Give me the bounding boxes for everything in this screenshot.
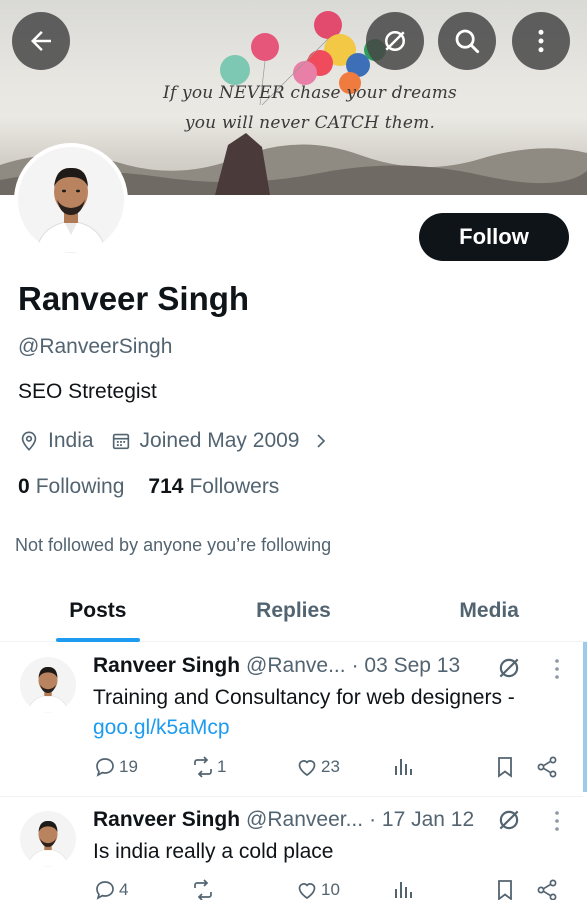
grok-button[interactable] — [366, 12, 424, 70]
repost-button[interactable]: 1 — [191, 755, 226, 779]
profile-tabs: Posts Replies Media — [0, 580, 587, 642]
like-button[interactable]: 23 — [295, 755, 340, 779]
profile-handle: @RanveerSingh — [18, 335, 173, 358]
post-text-content: Is india really a cold place — [93, 840, 334, 863]
back-arrow-icon — [31, 31, 51, 51]
following-stat[interactable]: 0 Following — [18, 475, 124, 499]
post-author-handle[interactable]: @Ranveer... — [246, 808, 363, 832]
following-count: 0 — [18, 475, 30, 498]
profile-stats: 0 Following 714 Followers — [18, 475, 303, 499]
like-count: 23 — [321, 757, 340, 776]
tab-media[interactable]: Media — [391, 580, 587, 641]
followers-count: 714 — [148, 475, 184, 498]
repost-count: 1 — [217, 757, 227, 776]
profile-name: Ranveer Singh — [18, 280, 250, 317]
location-text: India — [48, 429, 94, 452]
post-actions: 4 10 — [93, 878, 563, 900]
chevron-right-icon — [316, 434, 325, 448]
share-icon — [537, 756, 557, 778]
post-header: Ranveer Singh @Ranveer... · 17 Jan 12 — [93, 808, 474, 832]
share-button[interactable] — [535, 755, 561, 779]
reply-count: 19 — [119, 757, 138, 776]
search-button[interactable] — [438, 12, 496, 70]
post-avatar[interactable] — [20, 811, 76, 867]
bookmark-button[interactable] — [493, 755, 519, 779]
grok-icon[interactable] — [496, 655, 522, 681]
post-author-name[interactable]: Ranveer Singh — [93, 808, 240, 832]
share-button[interactable] — [535, 878, 561, 900]
more-options-button[interactable] — [512, 12, 570, 70]
bookmark-icon — [498, 757, 512, 778]
bookmark-button[interactable] — [493, 878, 519, 900]
more-vertical-icon — [538, 29, 544, 53]
grok-icon[interactable] — [496, 807, 522, 833]
reply-count: 4 — [119, 880, 129, 899]
post-avatar[interactable] — [20, 657, 76, 713]
grok-icon — [385, 31, 405, 51]
profile-avatar[interactable] — [14, 143, 128, 257]
reply-button[interactable]: 4 — [93, 878, 128, 900]
joined-item[interactable]: Joined May 2009 — [110, 429, 338, 453]
back-button[interactable] — [12, 12, 70, 70]
post-date[interactable]: · 17 Jan 12 — [369, 808, 474, 832]
bookmark-icon — [498, 880, 512, 900]
calendar-icon — [112, 433, 129, 450]
like-icon — [298, 760, 316, 776]
like-button[interactable]: 10 — [295, 878, 340, 900]
more-vertical-icon[interactable] — [549, 657, 565, 683]
following-label: Following — [35, 475, 125, 498]
post-text: Training and Consultancy for web designe… — [93, 683, 563, 743]
post-header: Ranveer Singh @Ranve... · 03 Sep 13 — [93, 654, 460, 678]
repost-icon — [194, 879, 212, 900]
not-followed-notice: Not followed by anyone you’re following — [15, 535, 332, 555]
reply-button[interactable]: 19 — [93, 755, 138, 779]
views-icon — [395, 882, 412, 898]
post-date[interactable]: · 03 Sep 13 — [352, 654, 461, 678]
post-author-handle[interactable]: @Ranve... — [246, 654, 346, 678]
post-item[interactable]: Ranveer Singh @Ranve... · 03 Sep 13 Trai… — [0, 643, 583, 797]
views-button[interactable] — [391, 878, 417, 900]
joined-text: Joined May 2009 — [139, 429, 300, 452]
location-icon — [21, 431, 37, 451]
share-icon — [537, 879, 557, 900]
post-item[interactable]: Ranveer Singh @Ranveer... · 17 Jan 12 Is… — [0, 797, 583, 900]
post-author-name[interactable]: Ranveer Singh — [93, 654, 240, 678]
views-button[interactable] — [391, 755, 417, 779]
profile-bio: SEO Stretegist — [18, 380, 157, 403]
banner-quote: If you NEVER chase your dreams you will … — [150, 78, 470, 138]
more-vertical-icon[interactable] — [549, 809, 565, 835]
views-icon — [395, 759, 412, 775]
location-item: India — [18, 429, 94, 453]
scrollbar[interactable] — [583, 642, 587, 792]
profile-meta: India Joined May 2009 — [18, 428, 338, 454]
followers-label: Followers — [189, 475, 280, 498]
post-text-content: Training and Consultancy for web designe… — [93, 686, 515, 709]
banner-quote-line1: If you NEVER chase your dreams — [163, 83, 457, 103]
post-link[interactable]: goo.gl/k5aMcp — [93, 716, 230, 739]
like-icon — [298, 883, 316, 899]
repost-icon — [194, 756, 212, 778]
post-avatar-image — [20, 657, 76, 713]
avatar-image — [18, 147, 124, 253]
post-avatar-image — [20, 811, 76, 867]
repost-button[interactable] — [191, 878, 217, 900]
like-count: 10 — [321, 880, 340, 899]
banner-quote-line2: you will never CATCH them. — [184, 113, 436, 133]
post-actions: 19 1 23 — [93, 755, 563, 781]
post-text: Is india really a cold place — [93, 837, 563, 867]
followers-stat[interactable]: 714 Followers — [148, 475, 279, 499]
reply-icon — [96, 758, 114, 777]
tab-posts[interactable]: Posts — [0, 580, 196, 641]
follow-button[interactable]: Follow — [419, 213, 569, 261]
search-icon — [455, 29, 480, 54]
reply-icon — [96, 881, 114, 900]
tab-replies[interactable]: Replies — [196, 580, 392, 641]
